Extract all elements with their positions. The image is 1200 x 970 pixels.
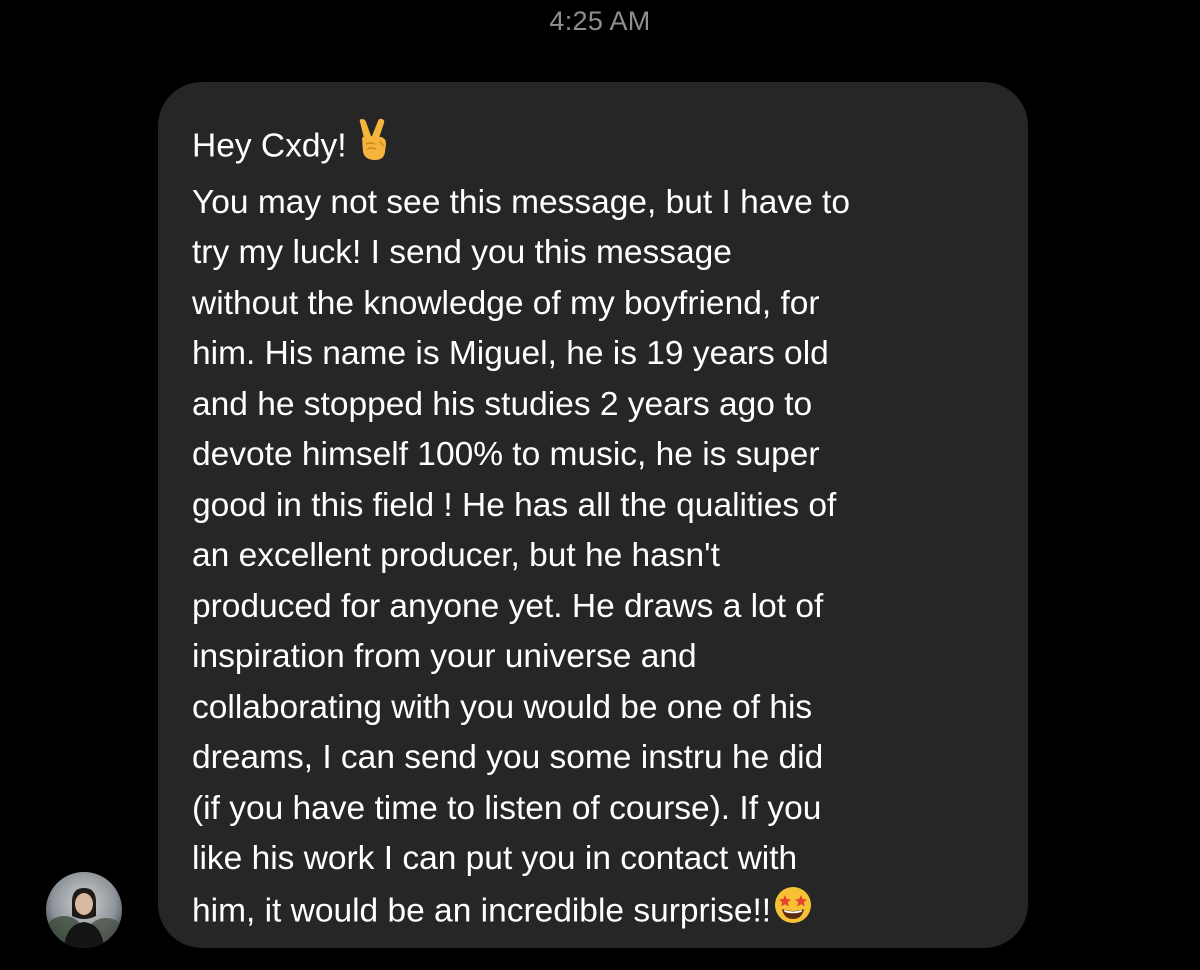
sender-avatar[interactable] [46, 872, 122, 948]
message-greeting: Hey Cxdy! [192, 127, 347, 165]
message-last-line: him, it would be an incredible surprise!… [192, 885, 998, 941]
message-line: dreams, I can send you some instru he di… [192, 739, 824, 776]
message-line: devote himself 100% to music, he is supe… [192, 436, 820, 473]
message-line: and he stopped his studies 2 years ago t… [192, 385, 813, 423]
message-line: good in this field ! He has all the qual… [192, 486, 837, 524]
profile-avatar-icon [46, 872, 122, 948]
message-line: inspiration from your universe and [192, 638, 697, 675]
message-line: without the knowledge of my boyfriend, f… [192, 284, 820, 322]
message-line: You may not see this message, but I have… [192, 183, 850, 221]
star-struck-emoji-icon [773, 885, 813, 941]
message-line: him. His name is Miguel, he is 19 years … [192, 335, 829, 372]
received-message-bubble[interactable]: Hey Cxdy! You may not see this message, … [158, 82, 1028, 948]
message-closing-text: him, it would be an incredible surprise!… [192, 892, 772, 930]
message-line: an excellent producer, but he hasn't [192, 537, 720, 574]
message-line: produced for anyone yet. He draws a lot … [192, 587, 824, 625]
message-line: try my luck! I send you this message [192, 234, 732, 271]
message-line: like his work I can put you in contact w… [192, 840, 798, 877]
message-greeting-line: Hey Cxdy! [192, 118, 998, 178]
message-line: collaborating with you would be one of h… [192, 688, 813, 726]
message-line: (if you have time to listen of course). … [192, 789, 822, 827]
message-timestamp: 4:25 AM [549, 6, 651, 36]
victory-hand-emoji-icon [355, 118, 393, 178]
